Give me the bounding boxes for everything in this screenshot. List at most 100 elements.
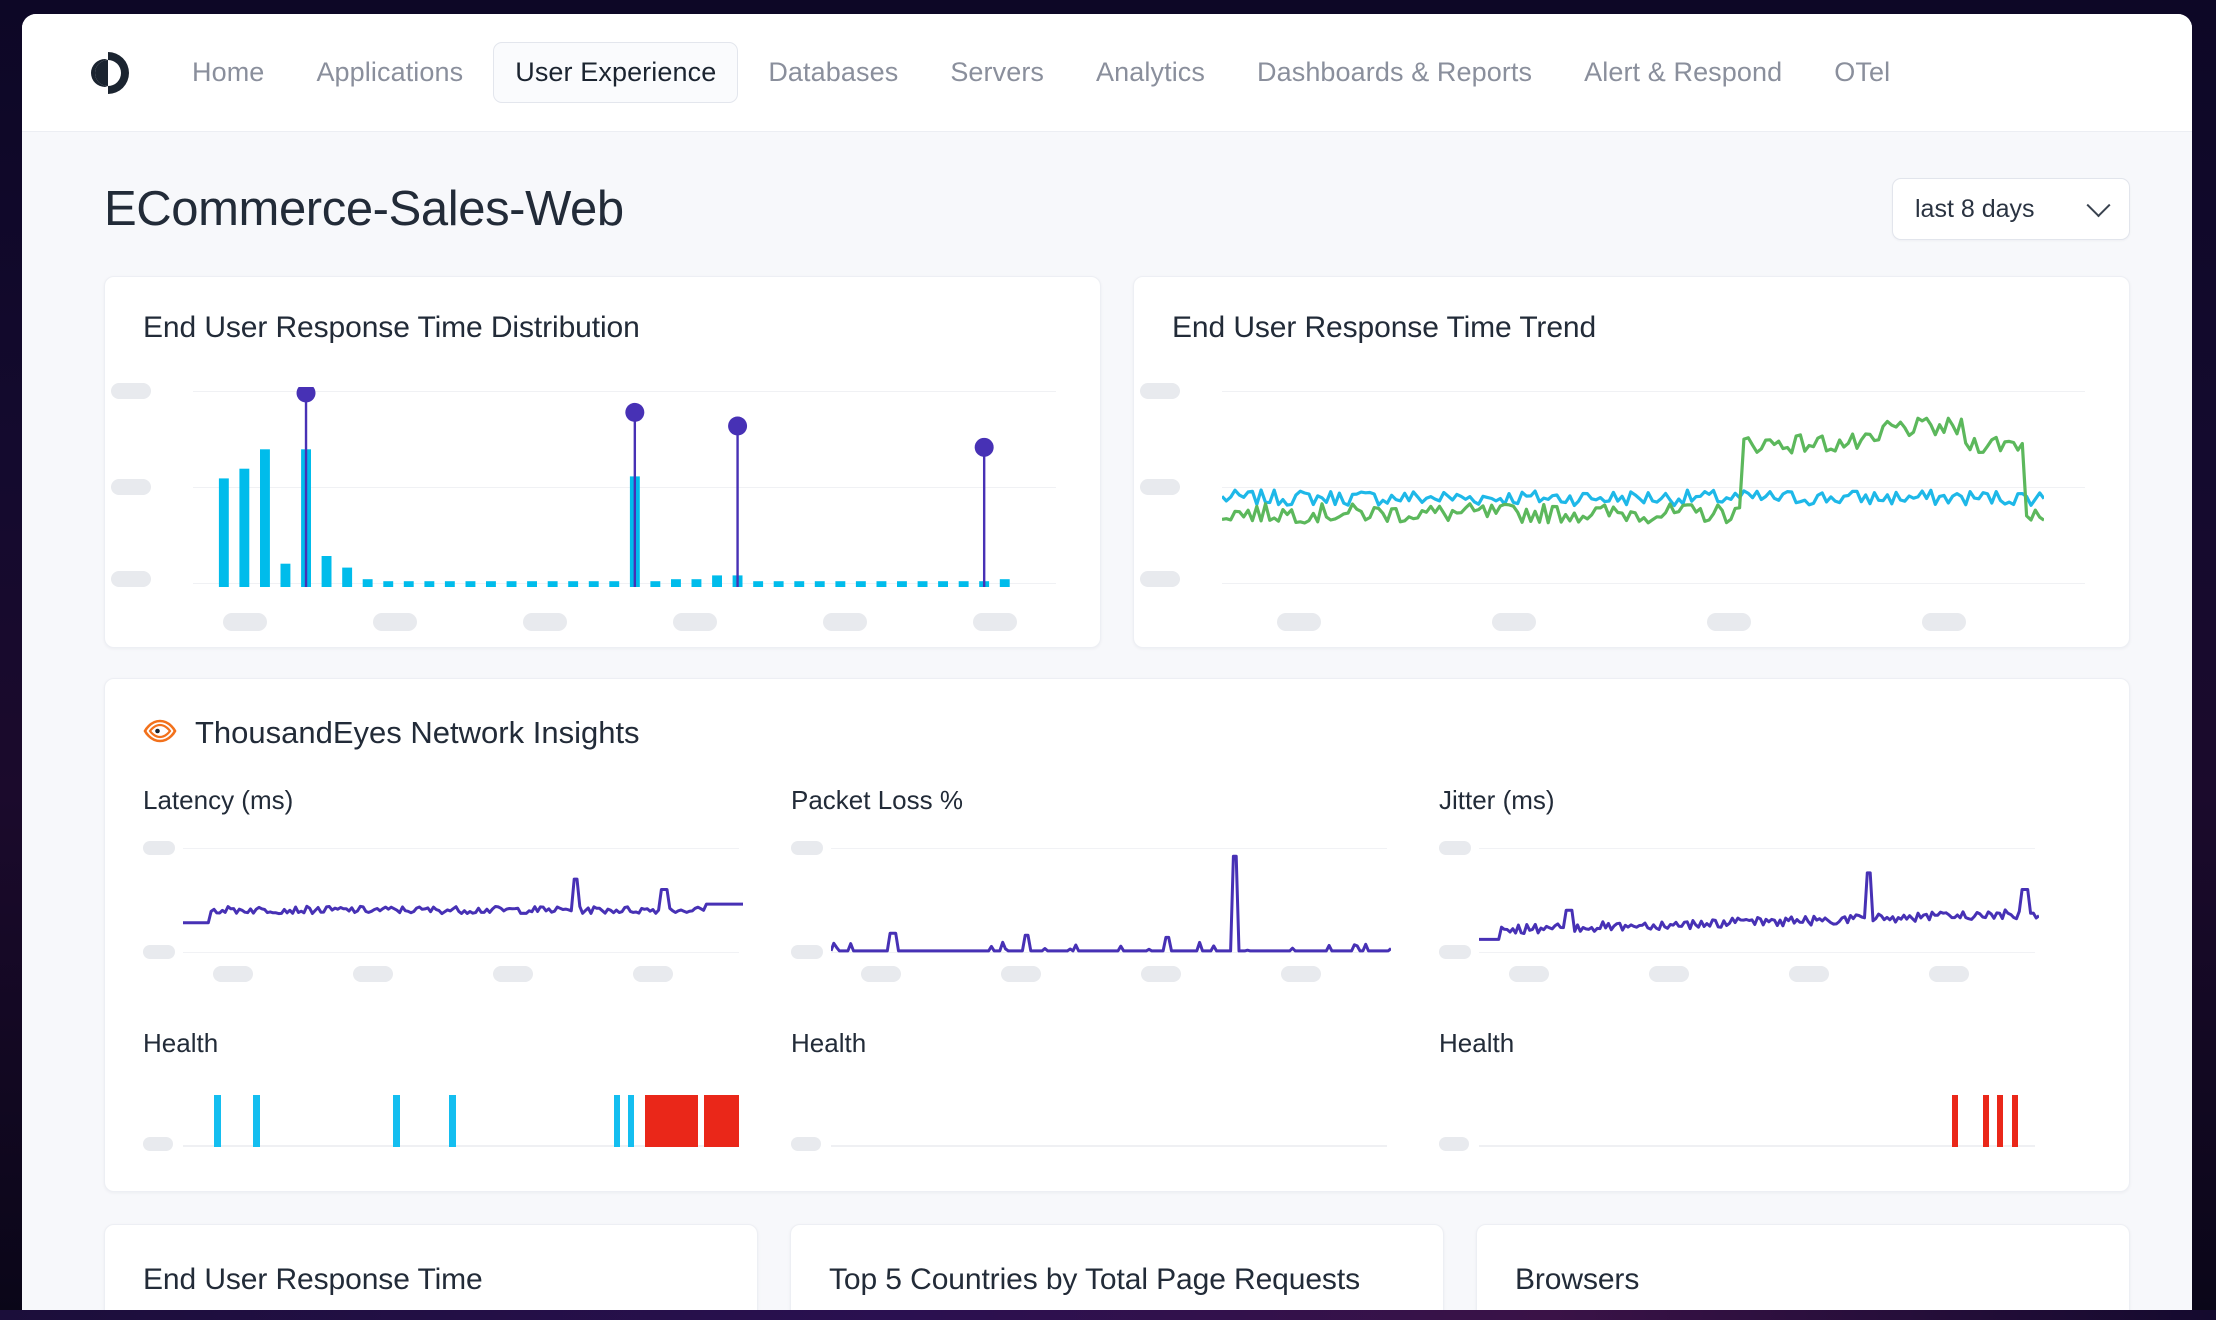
health-bar[interactable] [1952,1095,1959,1147]
redacted-axis-label [823,613,867,631]
top-navigation-bar: Home Applications User Experience Databa… [22,14,2192,132]
packet-loss-chart[interactable] [791,841,1391,982]
thousandeyes-metrics-grid: Latency (ms) Health Packet Loss % Health [105,785,2129,1151]
appdynamics-app-window: Home Applications User Experience Databa… [22,14,2192,1312]
redacted-axis-label [633,966,673,982]
card-response-time-distribution: End User Response Time Distribution [104,276,1101,648]
health-block-jitter: Health [1439,1028,2035,1151]
redacted-axis-label [111,571,151,587]
packet-loss-pct-line [831,854,1391,953]
page-title: ECommerce-Sales-Web [104,182,624,236]
latency-ms-line [183,877,743,925]
redacted-axis-label [1281,966,1321,982]
health-label-latency: Health [143,1028,219,1058]
response-time-distribution-chart[interactable] [111,383,1056,631]
health-bar[interactable] [213,1095,221,1147]
nav-item-databases[interactable]: Databases [746,42,920,103]
distribution-bars [218,387,1010,587]
card-title-end-user-response-time: End User Response Time [143,1263,483,1296]
metric-label-packet-loss: Packet Loss % [791,785,963,815]
redacted-axis-label [1439,841,1471,855]
metric-column-latency: Latency (ms) Health [143,785,791,1151]
thousandeyes-eye-icon [143,719,177,748]
card-thousandeyes-insights: ThousandEyes Network Insights Latency (m… [104,678,2130,1192]
redacted-axis-label [1140,383,1180,399]
top-chart-row: End User Response Time Distribution End … [22,240,2192,648]
nav-item-user-experience[interactable]: User Experience [493,42,739,103]
card-title-browsers: Browsers [1515,1263,1640,1296]
health-bar[interactable] [1983,1095,1990,1147]
health-bar[interactable] [703,1095,739,1147]
nav-item-servers[interactable]: Servers [928,42,1066,103]
health-block-packet-loss: Health [791,1028,1387,1151]
redacted-axis-label [223,613,267,631]
redacted-axis-label [1140,479,1180,495]
chevron-down-icon [2086,192,2111,217]
latency-chart[interactable] [143,841,743,982]
page-header: ECommerce-Sales-Web last 8 days [22,132,2192,240]
jitter-chart[interactable] [1439,841,2039,982]
jitter-ms-line [1479,871,2039,941]
nav-items: Home Applications User Experience Databa… [170,42,1912,103]
redacted-axis-label [1277,613,1321,631]
packet-loss-health-chart[interactable] [791,1089,1387,1151]
redacted-axis-label [673,613,717,631]
appd-circle-logo[interactable] [84,49,132,97]
card-title-top-5-countries: Top 5 Countries by Total Page Requests [829,1263,1360,1296]
redacted-axis-label [1929,966,1969,982]
health-bar[interactable] [393,1095,400,1147]
redacted-axis-label [791,841,823,855]
card-title-trend: End User Response Time Trend [1172,311,1597,344]
health-baseline [831,1145,1387,1147]
metric-label-jitter: Jitter (ms) [1439,785,1555,815]
health-bar[interactable] [614,1095,620,1147]
trend-lines [1222,416,2044,525]
redacted-axis-label [1492,613,1536,631]
nav-item-dashboards-reports[interactable]: Dashboards & Reports [1235,42,1554,103]
redacted-axis-label [353,966,393,982]
card-response-time-trend: End User Response Time Trend [1133,276,2130,648]
health-bar[interactable] [1997,1095,2004,1147]
redacted-axis-label [973,613,1017,631]
metric-label-latency: Latency (ms) [143,785,294,815]
metric-column-packet-loss: Packet Loss % Health [791,785,1439,1151]
redacted-axis-label [143,841,175,855]
redacted-axis-label [861,966,901,982]
redacted-axis-label [1001,966,1041,982]
redacted-axis-label [493,966,533,982]
redacted-axis-label [143,1137,173,1151]
nav-item-applications[interactable]: Applications [294,42,485,103]
redacted-axis-label [523,613,567,631]
card-title-distribution: End User Response Time Distribution [143,311,640,344]
response-time-trend-chart[interactable] [1140,383,2085,631]
thousandeyes-title: ThousandEyes Network Insights [195,715,640,750]
nav-item-home[interactable]: Home [170,42,286,103]
redacted-axis-label [1141,966,1181,982]
nav-item-analytics[interactable]: Analytics [1074,42,1227,103]
latency-health-chart[interactable] [143,1089,739,1151]
time-range-select[interactable]: last 8 days [1892,178,2130,240]
nav-item-alert-respond[interactable]: Alert & Respond [1562,42,1804,103]
jitter-health-chart[interactable] [1439,1089,2035,1151]
redacted-axis-label [1140,571,1180,587]
health-bar[interactable] [2012,1095,2019,1147]
card-top-5-countries: Top 5 Countries by Total Page Requests [790,1224,1444,1312]
health-bar[interactable] [628,1095,634,1147]
redacted-axis-label [1649,966,1689,982]
thousandeyes-header: ThousandEyes Network Insights [105,679,2129,751]
time-range-value: last 8 days [1915,194,2035,223]
redacted-axis-label [373,613,417,631]
thousandeyes-section: ThousandEyes Network Insights Latency (m… [22,648,2192,1192]
health-label-jitter: Health [1439,1028,1515,1058]
nav-item-otel[interactable]: OTel [1812,42,1912,103]
redacted-axis-label [1439,1137,1469,1151]
redacted-axis-label [1922,613,1966,631]
health-label-packet-loss: Health [791,1028,867,1058]
health-bar[interactable] [253,1095,260,1147]
redacted-axis-label [791,945,823,959]
health-bar[interactable] [645,1095,699,1147]
redacted-axis-label [111,479,151,495]
desktop-backdrop: Home Applications User Experience Databa… [0,0,2216,1320]
health-bar[interactable] [449,1095,456,1147]
card-browsers: Browsers [1476,1224,2130,1312]
